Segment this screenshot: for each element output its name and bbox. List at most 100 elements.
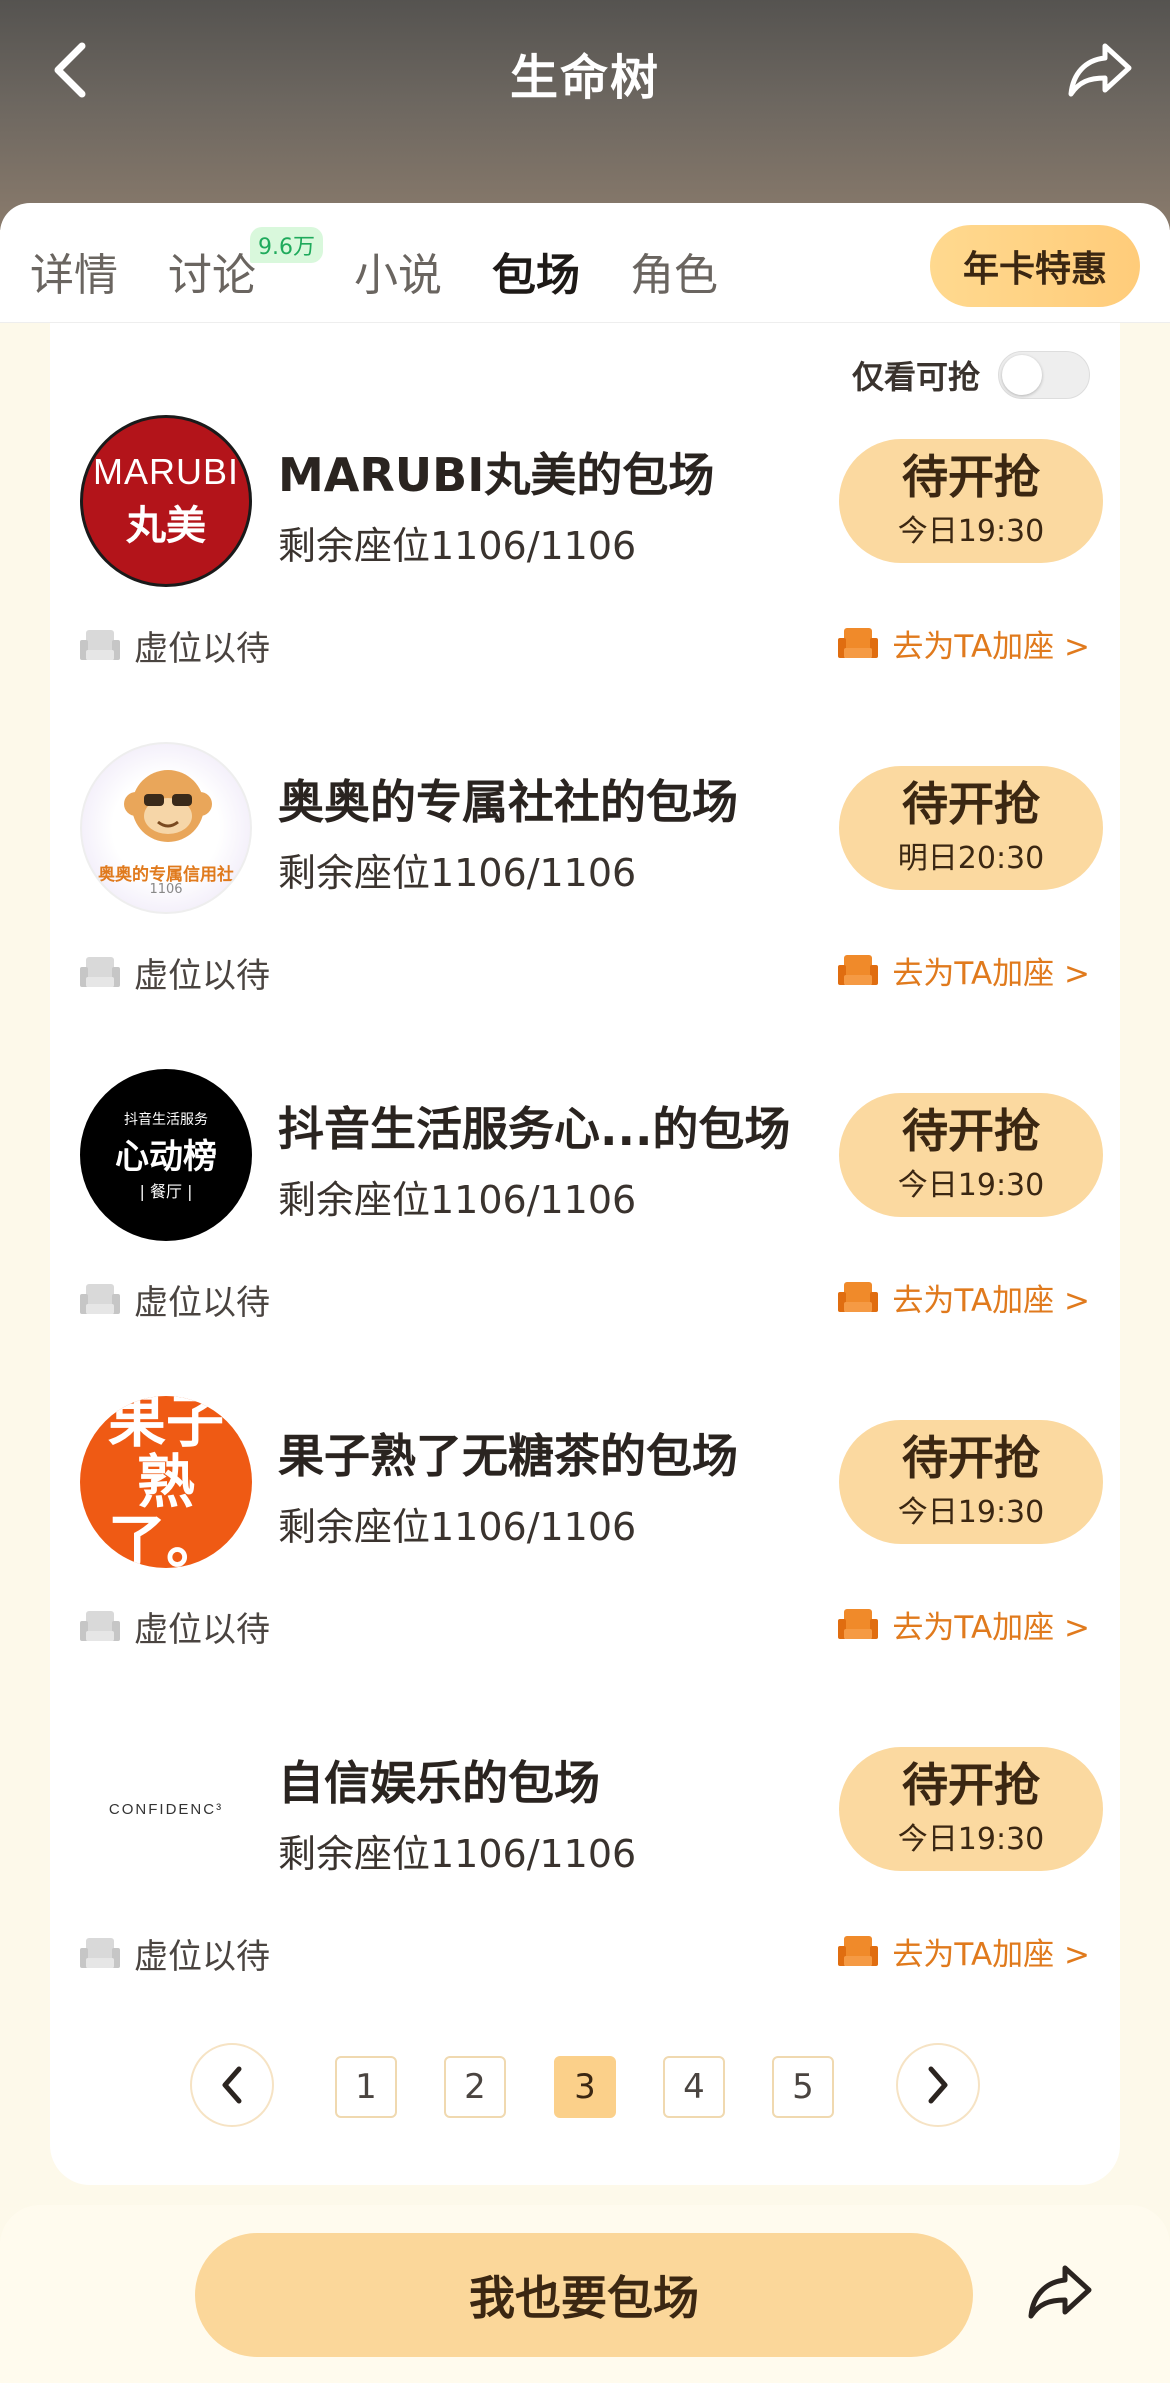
waiting-status: 虚位以待 (80, 1275, 270, 1324)
avatar[interactable]: 抖音生活服务 心动榜 | 餐厅 | (80, 1069, 252, 1241)
avatar-text: 抖音生活服务 (124, 1111, 208, 1128)
avatar-text: 果子 (107, 1396, 224, 1455)
remaining-seats: 剩余座位1106/1106 (278, 524, 637, 568)
grab-label: 待开抢 (902, 449, 1040, 504)
share-icon (1028, 2265, 1092, 2319)
prev-page-button[interactable] (190, 2043, 274, 2127)
avatar[interactable]: CONFIDENC³ (80, 1723, 252, 1895)
seat-icon (80, 629, 120, 660)
screening-title[interactable]: 奥奥的专属社社的包场 (278, 766, 738, 832)
page-1-button[interactable]: 1 (335, 2056, 397, 2118)
page-2-button[interactable]: 2 (444, 2056, 506, 2118)
tab-novel[interactable]: 小说 (354, 239, 442, 303)
sofa-icon (838, 627, 879, 658)
screening-title[interactable]: MARUBI丸美的包场 (278, 439, 714, 505)
sofa-icon (838, 1935, 879, 1966)
screening-list-card: 仅看可抢 MARUBI 丸美 MARUBI丸美的包场 剩余座位1106/1106… (50, 323, 1120, 2185)
filter-label: 仅看可抢 (851, 358, 980, 396)
chevron-right-icon (928, 2066, 948, 2104)
grab-time: 今日19:30 (897, 1168, 1045, 1204)
seat-icon (80, 1610, 120, 1641)
waiting-label: 虚位以待 (134, 956, 270, 996)
grab-label: 待开抢 (902, 1430, 1040, 1485)
avatar[interactable]: 奥奥的专属信用社 1106 (80, 742, 252, 914)
waiting-status: 虚位以待 (80, 948, 270, 997)
remaining-seats: 剩余座位1106/1106 (278, 1178, 637, 1222)
grab-time: 今日19:30 (897, 514, 1045, 550)
grab-button[interactable]: 待开抢 今日19:30 (839, 1747, 1103, 1871)
available-only-toggle[interactable] (998, 351, 1090, 399)
waiting-status: 虚位以待 (80, 621, 270, 670)
page-4-button[interactable]: 4 (663, 2056, 725, 2118)
avatar-text: MARUBI (92, 451, 239, 492)
waiting-label: 虚位以待 (134, 1283, 270, 1323)
add-seat-label: 去为TA加座 > (892, 629, 1090, 665)
sofa-icon (838, 954, 879, 985)
avatar[interactable]: MARUBI 丸美 (80, 415, 252, 587)
discussion-count-badge: 9.6万 (250, 227, 323, 263)
pagination: 1 2 3 4 5 (50, 2043, 1120, 2143)
avatar-text: CONFIDENC³ (108, 1800, 224, 1818)
add-seat-label: 去为TA加座 > (892, 1937, 1090, 1973)
grab-button[interactable]: 待开抢 今日19:30 (839, 1093, 1103, 1217)
waiting-label: 虚位以待 (134, 1937, 270, 1977)
tab-characters[interactable]: 角色 (630, 239, 718, 303)
grab-button[interactable]: 待开抢 今日19:30 (839, 1420, 1103, 1544)
toggle-knob (1002, 355, 1042, 395)
grab-button[interactable]: 待开抢 今日19:30 (839, 439, 1103, 563)
share-icon (1068, 43, 1132, 97)
seat-icon (80, 956, 120, 987)
avatar-text: 心动榜 (115, 1136, 217, 1177)
grab-label: 待开抢 (902, 1757, 1040, 1812)
add-seat-link[interactable]: 去为TA加座 > (838, 1602, 1090, 1647)
tab-private-screening[interactable]: 包场 (492, 239, 580, 303)
list-item: 果子 熟了。 果子熟了无糖茶的包场 剩余座位1106/1106 待开抢 今日19… (50, 1396, 1120, 1724)
request-screening-button[interactable]: 我也要包场 (195, 2233, 973, 2357)
grab-label: 待开抢 (902, 1103, 1040, 1158)
add-seat-link[interactable]: 去为TA加座 > (838, 621, 1090, 666)
grab-button[interactable]: 待开抢 明日20:30 (839, 766, 1103, 890)
grab-label: 待开抢 (902, 776, 1040, 831)
bottom-bar: 我也要包场 (0, 2205, 1170, 2383)
tab-bar: 详情 讨论 9.6万 小说 包场 角色 年卡特惠 (0, 203, 1170, 323)
annual-card-offer-button[interactable]: 年卡特惠 (930, 225, 1140, 307)
avatar-text: 1106 (149, 882, 183, 897)
add-seat-link[interactable]: 去为TA加座 > (838, 948, 1090, 993)
available-only-filter: 仅看可抢 (852, 351, 1090, 399)
share-button[interactable] (1015, 2247, 1105, 2337)
page-title: 生命树 (509, 50, 660, 106)
screening-title[interactable]: 抖音生活服务心...的包场 (278, 1093, 790, 1159)
add-seat-link[interactable]: 去为TA加座 > (838, 1929, 1090, 1974)
tab-details[interactable]: 详情 (30, 239, 118, 303)
remaining-seats: 剩余座位1106/1106 (278, 1505, 637, 1549)
tab-discussion[interactable]: 讨论 (168, 239, 256, 303)
waiting-label: 虚位以待 (134, 1610, 270, 1650)
add-seat-link[interactable]: 去为TA加座 > (838, 1275, 1090, 1320)
list-item: MARUBI 丸美 MARUBI丸美的包场 剩余座位1106/1106 待开抢 … (50, 415, 1120, 743)
avatar-text: 熟了。 (107, 1447, 224, 1568)
sofa-icon (838, 1608, 879, 1639)
page-3-button[interactable]: 3 (554, 2056, 616, 2118)
screening-title[interactable]: 自信娱乐的包场 (278, 1747, 600, 1813)
waiting-status: 虚位以待 (80, 1929, 270, 1978)
add-seat-label: 去为TA加座 > (892, 956, 1090, 992)
grab-time: 明日20:30 (897, 841, 1045, 877)
remaining-seats: 剩余座位1106/1106 (278, 851, 637, 895)
avatar[interactable]: 果子 熟了。 (80, 1396, 252, 1568)
add-seat-label: 去为TA加座 > (892, 1610, 1090, 1646)
waiting-status: 虚位以待 (80, 1602, 270, 1651)
screening-title[interactable]: 果子熟了无糖茶的包场 (278, 1420, 738, 1486)
page-5-button[interactable]: 5 (772, 2056, 834, 2118)
next-page-button[interactable] (896, 2043, 980, 2127)
chevron-left-icon (222, 2066, 242, 2104)
add-seat-label: 去为TA加座 > (892, 1283, 1090, 1319)
monkey-logo-icon (124, 770, 212, 842)
grab-time: 今日19:30 (897, 1495, 1045, 1531)
share-button[interactable] (1060, 30, 1140, 110)
header: 生命树 (0, 0, 1170, 230)
list-item: 奥奥的专属信用社 1106 奥奥的专属社社的包场 剩余座位1106/1106 待… (50, 742, 1120, 1070)
grab-time: 今日19:30 (897, 1822, 1045, 1858)
remaining-seats: 剩余座位1106/1106 (278, 1832, 637, 1876)
list-item: 抖音生活服务 心动榜 | 餐厅 | 抖音生活服务心...的包场 剩余座位1106… (50, 1069, 1120, 1397)
avatar-text: | 餐厅 | (139, 1181, 193, 1201)
